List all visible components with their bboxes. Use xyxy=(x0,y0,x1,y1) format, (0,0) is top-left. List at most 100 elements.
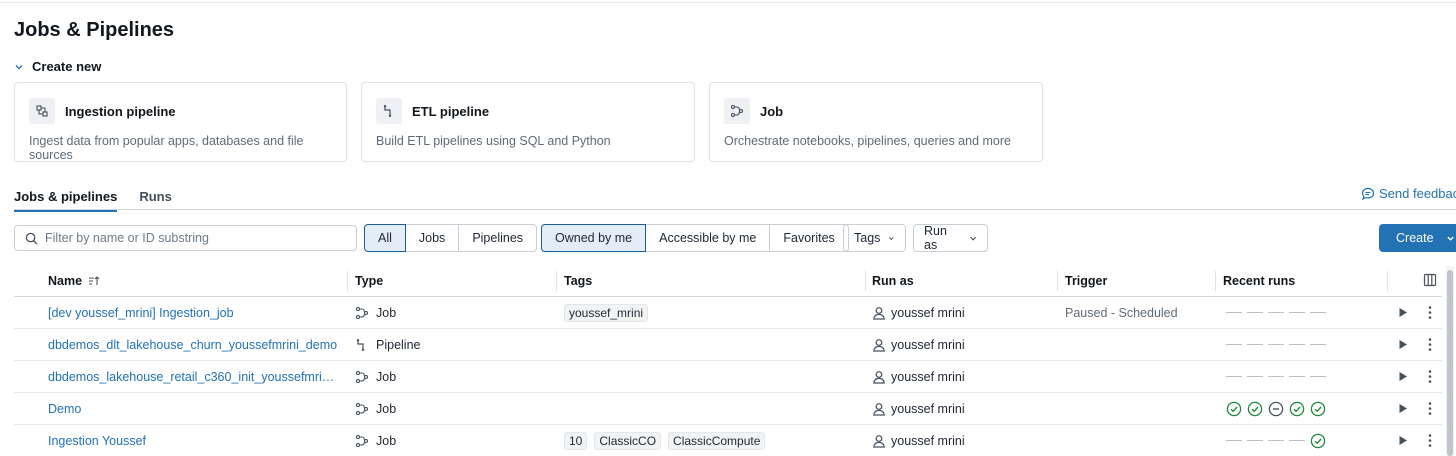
card-title: ETL pipeline xyxy=(412,103,490,119)
create-button-label: Create xyxy=(1396,231,1434,245)
page-title: Jobs & Pipelines xyxy=(14,19,175,41)
table-row[interactable]: dbdemos_dlt_lakehouse_churn_youssefmrini… xyxy=(14,329,1442,361)
filter-favorites-button[interactable]: Favorites xyxy=(769,224,849,252)
recent-runs xyxy=(1226,344,1326,345)
owner-filter-group: Owned by me Accessible by me Favorites xyxy=(541,224,849,252)
ingestion-icon xyxy=(29,98,55,124)
more-options-icon[interactable] xyxy=(1427,433,1433,448)
play-icon[interactable] xyxy=(1398,307,1408,318)
more-options-icon[interactable] xyxy=(1427,305,1433,320)
table-row[interactable]: Ingestion Youssef Job 10 ClassicCO ClassicCo… xyxy=(14,425,1442,456)
column-separator xyxy=(556,271,557,291)
columns-settings-icon[interactable] xyxy=(1423,273,1437,287)
tag-chip[interactable]: ClassicCompute xyxy=(668,431,766,450)
run-empty-slot xyxy=(1247,376,1263,377)
user-icon xyxy=(873,402,885,416)
recent-runs xyxy=(1226,433,1326,449)
run-empty-slot xyxy=(1268,440,1284,441)
column-name-label: Name xyxy=(48,274,83,288)
filter-pipelines-button[interactable]: Pipelines xyxy=(458,224,538,252)
create-button[interactable]: Create xyxy=(1379,224,1456,252)
card-title: Ingestion pipeline xyxy=(65,103,176,119)
job-name-link[interactable]: [dev youssef_mrini] Ingestion_job xyxy=(48,306,234,320)
run-as-dropdown[interactable]: Run as xyxy=(913,224,988,252)
create-new-toggle[interactable]: Create new xyxy=(14,59,101,74)
job-icon xyxy=(355,306,369,319)
tag-chip[interactable]: ClassicCO xyxy=(594,431,662,450)
run-empty-slot xyxy=(1268,376,1284,377)
card-job[interactable]: Job Orchestrate notebooks, pipelines, qu… xyxy=(709,82,1043,162)
tags-dropdown[interactable]: Tags xyxy=(843,224,906,252)
column-separator xyxy=(1215,271,1216,291)
run-success-icon[interactable] xyxy=(1310,433,1326,449)
tag-chip[interactable]: youssef_mrini xyxy=(564,303,649,322)
search-input[interactable] xyxy=(45,231,345,245)
filter-jobs-button[interactable]: Jobs xyxy=(404,224,460,252)
play-icon[interactable] xyxy=(1398,435,1408,446)
table-header: Name Type Tags Run as Trigger Recent run… xyxy=(14,266,1442,297)
column-separator xyxy=(865,271,866,291)
play-icon[interactable] xyxy=(1398,403,1408,414)
run-as-user: youssef mrini xyxy=(891,401,965,416)
recent-runs xyxy=(1226,312,1326,313)
run-empty-slot xyxy=(1310,344,1326,345)
filter-accessible-by-me-button[interactable]: Accessible by me xyxy=(645,224,771,252)
run-skipped-icon[interactable] xyxy=(1268,401,1284,417)
column-header-tags[interactable]: Tags xyxy=(564,266,866,296)
job-type: Pipeline xyxy=(376,337,421,352)
tag-chip[interactable]: 10 xyxy=(564,431,588,450)
job-icon xyxy=(355,434,369,447)
more-options-icon[interactable] xyxy=(1427,369,1433,384)
run-empty-slot xyxy=(1226,344,1242,345)
column-type-label: Type xyxy=(355,274,384,288)
run-empty-slot xyxy=(1289,376,1305,377)
user-icon xyxy=(873,370,885,384)
tags-cell: 10 ClassicCO ClassicCompute xyxy=(564,425,866,456)
job-name-link[interactable]: Ingestion Youssef xyxy=(48,434,146,448)
tabs-divider xyxy=(14,209,1456,210)
run-success-icon[interactable] xyxy=(1247,401,1263,417)
play-icon[interactable] xyxy=(1398,371,1408,382)
send-feedback-link[interactable]: Send feedback xyxy=(1361,186,1456,201)
recent-runs xyxy=(1226,401,1326,417)
user-icon xyxy=(873,306,885,320)
tags-cell xyxy=(564,361,866,392)
table-row[interactable]: [dev youssef_mrini] Ingestion_job Job yous… xyxy=(14,297,1442,329)
play-icon[interactable] xyxy=(1398,339,1408,350)
card-etl-pipeline[interactable]: ETL pipeline Build ETL pipelines using S… xyxy=(361,82,695,162)
run-success-icon[interactable] xyxy=(1310,401,1326,417)
column-header-type[interactable]: Type xyxy=(355,266,557,296)
column-header-recent-runs[interactable]: Recent runs xyxy=(1223,266,1388,296)
run-success-icon[interactable] xyxy=(1289,401,1305,417)
recent-runs xyxy=(1226,376,1326,377)
run-empty-slot xyxy=(1247,312,1263,313)
trigger-status: Paused - Scheduled xyxy=(1065,305,1178,320)
card-description: Build ETL pipelines using SQL and Python xyxy=(376,134,611,148)
card-description: Ingest data from popular apps, databases… xyxy=(29,134,304,162)
tags-cell xyxy=(564,393,866,424)
table-row[interactable]: dbdemos_lakehouse_retail_c360_init_youss… xyxy=(14,361,1442,393)
tags-cell: youssef_mrini xyxy=(564,297,866,328)
job-name-link[interactable]: dbdemos_dlt_lakehouse_churn_youssefmrini… xyxy=(48,338,337,352)
run-success-icon[interactable] xyxy=(1226,401,1242,417)
column-header-trigger[interactable]: Trigger xyxy=(1065,266,1216,296)
column-header-run-as[interactable]: Run as xyxy=(872,266,1058,296)
run-empty-slot xyxy=(1226,312,1242,313)
card-ingestion-pipeline[interactable]: Ingestion pipeline Ingest data from popu… xyxy=(14,82,347,162)
scrollbar-thumb[interactable] xyxy=(1447,270,1453,456)
more-options-icon[interactable] xyxy=(1427,401,1433,416)
job-name-link[interactable]: Demo xyxy=(48,402,81,416)
type-filter-group: All Jobs Pipelines xyxy=(364,224,538,252)
tags-cell xyxy=(564,329,866,360)
filter-owned-by-me-button[interactable]: Owned by me xyxy=(541,224,647,252)
filter-all-button[interactable]: All xyxy=(364,224,406,252)
chevron-down-icon xyxy=(1446,236,1454,241)
table-row[interactable]: Demo Job youssef mrini xyxy=(14,393,1442,425)
run-empty-slot xyxy=(1247,440,1263,441)
run-as-user: youssef mrini xyxy=(891,305,965,320)
column-header-name[interactable]: Name xyxy=(48,266,348,296)
job-name-link[interactable]: dbdemos_lakehouse_retail_c360_init_youss… xyxy=(48,370,338,384)
job-type: Job xyxy=(376,401,397,416)
more-options-icon[interactable] xyxy=(1427,337,1433,352)
job-type: Job xyxy=(376,305,397,320)
